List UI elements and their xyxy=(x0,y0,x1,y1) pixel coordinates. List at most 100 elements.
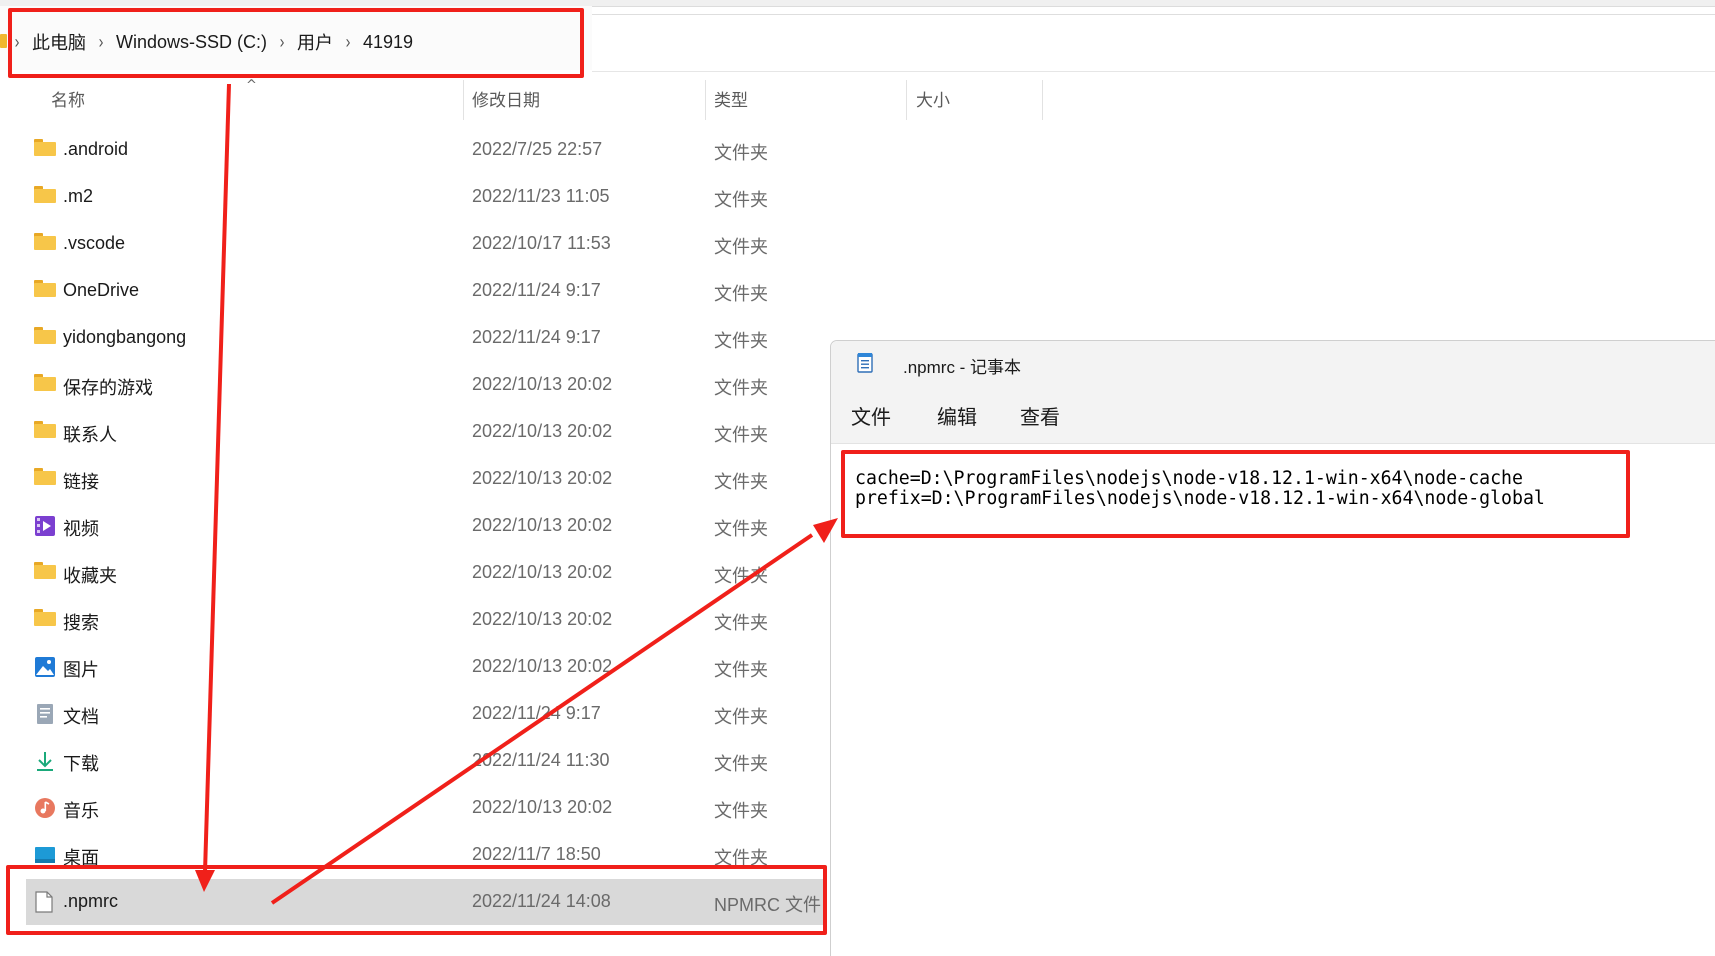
list-item[interactable]: 文档 2022/11/24 9:17 文件夹 xyxy=(26,691,826,737)
menu-edit[interactable]: 编辑 xyxy=(937,401,977,430)
item-date: 2022/10/17 11:53 xyxy=(472,233,611,253)
item-date: 2022/11/24 9:17 xyxy=(472,327,601,347)
desktop-folder-icon xyxy=(34,844,58,866)
annotation-box-npmrc-content xyxy=(841,450,1630,538)
screenshot: › 此电脑 › Windows-SSD (C:) › 用户 › 41919 ^ … xyxy=(0,0,1715,956)
address-bar-empty-area[interactable] xyxy=(592,14,1715,72)
item-type: 文件夹 xyxy=(714,284,768,304)
notepad-title: .npmrc - 记事本 xyxy=(903,358,1022,377)
item-date: 2022/10/13 20:02 xyxy=(472,609,613,629)
item-type: 文件夹 xyxy=(714,707,768,727)
item-type: 文件夹 xyxy=(714,613,768,633)
column-header-size[interactable]: 大小 xyxy=(916,86,950,112)
item-date: 2022/11/23 11:05 xyxy=(472,186,610,206)
column-divider[interactable] xyxy=(463,80,464,120)
item-date: 2022/11/7 18:50 xyxy=(472,844,601,864)
list-item[interactable]: yidongbangong 2022/11/24 9:17 文件夹 xyxy=(26,315,826,361)
item-name: 视频 xyxy=(63,519,99,539)
item-name: .vscode xyxy=(63,233,126,253)
item-type: 文件夹 xyxy=(714,425,768,445)
item-date: 2022/10/13 20:02 xyxy=(472,374,613,394)
item-name: 音乐 xyxy=(63,801,99,821)
folder-icon xyxy=(34,609,58,631)
folder-icon xyxy=(34,139,58,161)
sort-ascending-icon: ^ xyxy=(246,78,257,93)
item-date: 2022/10/13 20:02 xyxy=(472,656,613,676)
item-type: 文件夹 xyxy=(714,237,768,257)
column-header-type[interactable]: 类型 xyxy=(714,86,748,112)
column-divider[interactable] xyxy=(705,80,706,120)
pictures-folder-icon xyxy=(34,656,58,678)
item-type: 文件夹 xyxy=(714,660,768,680)
item-type: 文件夹 xyxy=(714,472,768,492)
item-type: 文件夹 xyxy=(714,190,768,210)
folder-icon xyxy=(0,34,7,48)
folder-icon xyxy=(34,186,58,208)
list-item[interactable]: 视频 2022/10/13 20:02 文件夹 xyxy=(26,503,826,549)
item-date: 2022/10/13 20:02 xyxy=(472,421,613,441)
notepad-window[interactable]: .npmrc - 记事本 文件 编辑 查看 cache=D:\ProgramFi… xyxy=(830,340,1715,956)
menu-view[interactable]: 查看 xyxy=(1020,401,1060,430)
item-type: 文件夹 xyxy=(714,801,768,821)
folder-icon xyxy=(34,468,58,490)
folder-icon xyxy=(34,562,58,584)
list-item[interactable]: OneDrive 2022/11/24 9:17 文件夹 xyxy=(26,268,826,314)
item-name: yidongbangong xyxy=(63,327,187,347)
column-divider[interactable] xyxy=(1042,80,1043,120)
folder-icon xyxy=(34,327,58,349)
item-date: 2022/11/24 11:30 xyxy=(472,750,610,770)
item-name: OneDrive xyxy=(63,280,140,300)
item-date: 2022/10/13 20:02 xyxy=(472,797,613,817)
column-header-name[interactable]: 名称 xyxy=(51,86,85,112)
list-item[interactable]: .android 2022/7/25 22:57 文件夹 xyxy=(26,127,826,173)
annotation-box-address xyxy=(8,8,584,78)
list-item[interactable]: 联系人 2022/10/13 20:02 文件夹 xyxy=(26,409,826,455)
item-date: 2022/10/13 20:02 xyxy=(472,562,613,582)
item-type: 文件夹 xyxy=(714,143,768,163)
item-date: 2022/7/25 22:57 xyxy=(472,139,603,159)
item-name: .android xyxy=(63,139,129,159)
item-date: 2022/11/24 9:17 xyxy=(472,280,601,300)
music-folder-icon xyxy=(34,797,58,819)
notepad-icon xyxy=(857,351,873,373)
item-type: 文件夹 xyxy=(714,754,768,774)
item-name: 收藏夹 xyxy=(63,566,117,586)
folder-icon xyxy=(34,280,58,302)
folder-icon xyxy=(34,374,58,396)
list-item[interactable]: .vscode 2022/10/17 11:53 文件夹 xyxy=(26,221,826,267)
item-name: .m2 xyxy=(63,186,94,206)
list-item[interactable]: 链接 2022/10/13 20:02 文件夹 xyxy=(26,456,826,502)
download-folder-icon xyxy=(34,750,58,772)
video-folder-icon xyxy=(34,515,58,537)
list-item[interactable]: 收藏夹 2022/10/13 20:02 文件夹 xyxy=(26,550,826,596)
menu-file[interactable]: 文件 xyxy=(851,401,891,430)
item-name: 联系人 xyxy=(63,425,117,445)
item-type: 文件夹 xyxy=(714,566,768,586)
list-item[interactable]: 音乐 2022/10/13 20:02 文件夹 xyxy=(26,785,826,831)
item-date: 2022/10/13 20:02 xyxy=(472,515,613,535)
item-name: 搜索 xyxy=(63,613,99,633)
annotation-box-npmrc-row xyxy=(6,865,827,935)
item-name: 下载 xyxy=(63,754,99,774)
notepad-menubar: 文件 编辑 查看 xyxy=(831,387,1715,444)
list-item[interactable]: 下载 2022/11/24 11:30 文件夹 xyxy=(26,738,826,784)
folder-icon xyxy=(34,233,58,255)
item-name: 文档 xyxy=(63,707,99,727)
item-name: 保存的游戏 xyxy=(63,378,153,398)
item-date: 2022/11/24 9:17 xyxy=(472,703,601,723)
list-item[interactable]: 图片 2022/10/13 20:02 文件夹 xyxy=(26,644,826,690)
list-item[interactable]: 保存的游戏 2022/10/13 20:02 文件夹 xyxy=(26,362,826,408)
item-type: 文件夹 xyxy=(714,331,768,351)
column-header-date[interactable]: 修改日期 xyxy=(472,86,540,112)
item-date: 2022/10/13 20:02 xyxy=(472,468,613,488)
column-divider[interactable] xyxy=(906,80,907,120)
list-item[interactable]: 搜索 2022/10/13 20:02 文件夹 xyxy=(26,597,826,643)
folder-icon xyxy=(34,421,58,443)
item-type: 文件夹 xyxy=(714,519,768,539)
documents-folder-icon xyxy=(34,703,58,725)
item-name: 链接 xyxy=(63,472,99,492)
item-type: 文件夹 xyxy=(714,378,768,398)
item-name: 图片 xyxy=(63,660,99,680)
notepad-titlebar[interactable]: .npmrc - 记事本 xyxy=(831,341,1715,387)
list-item[interactable]: .m2 2022/11/23 11:05 文件夹 xyxy=(26,174,826,220)
